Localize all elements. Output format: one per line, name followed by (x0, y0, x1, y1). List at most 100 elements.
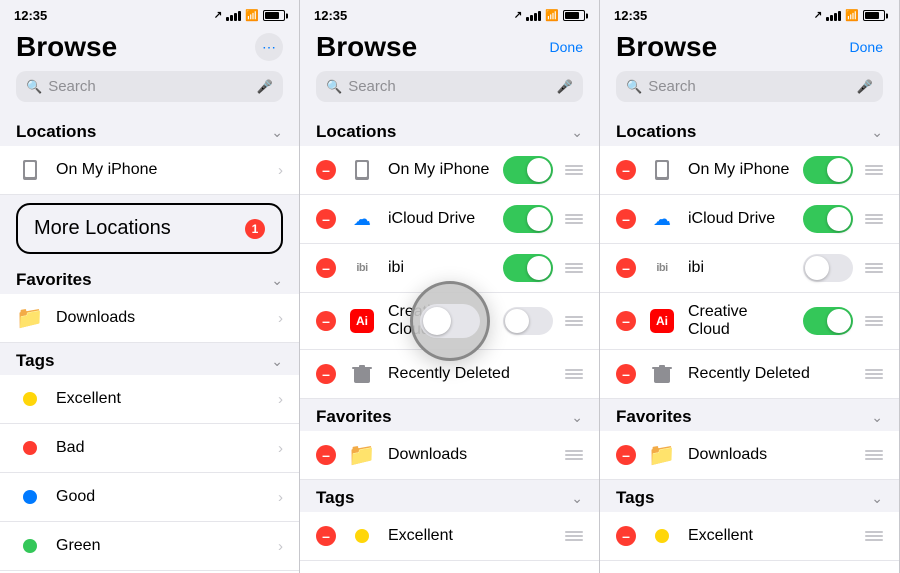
status-icons-1: ↗ 📶 (214, 9, 285, 22)
drag-handle-ibi-2[interactable] (565, 263, 583, 273)
tag-green-1[interactable]: Green › (0, 522, 299, 571)
tag-bad-1[interactable]: Bad › (0, 424, 299, 473)
drag-handle-iphone-2[interactable] (565, 165, 583, 175)
favorites-title-1: Favorites (16, 270, 92, 290)
minus-btn-iphone-3[interactable]: – (616, 160, 636, 180)
downloads-item-2[interactable]: – 📁 Downloads (300, 431, 599, 480)
locations-title-3: Locations (616, 122, 696, 142)
wifi-icon-2: 📶 (545, 9, 559, 22)
tag-excellent-1[interactable]: Excellent › (0, 375, 299, 424)
recently-deleted-item-3[interactable]: – Recently Deleted (600, 350, 899, 399)
minus-btn-trash-2[interactable]: – (316, 364, 336, 384)
drag-handle-iphone-3[interactable] (865, 165, 883, 175)
creative-cloud-item-2[interactable]: – Ai Creative Cloud (300, 293, 599, 350)
minus-btn-adobe-2[interactable]: – (316, 311, 336, 331)
search-input-1[interactable]: Search (48, 78, 251, 95)
search-input-3[interactable]: Search (648, 78, 851, 95)
minus-btn-adobe-3[interactable]: – (616, 311, 636, 331)
favorites-chevron-3[interactable]: ⌄ (871, 409, 883, 426)
chevron-green-1: › (278, 538, 283, 555)
minus-btn-icloud-2[interactable]: – (316, 209, 336, 229)
tag-excellent-label-3: Excellent (688, 527, 853, 545)
downloads-item-1[interactable]: 📁 Downloads › (0, 294, 299, 343)
locations-chevron-2[interactable]: ⌄ (571, 124, 583, 141)
toggle-iphone-3[interactable] (803, 156, 853, 184)
done-button-3[interactable]: Done (850, 39, 883, 55)
minus-btn-icloud-3[interactable]: – (616, 209, 636, 229)
status-time-2: 12:35 (314, 8, 347, 23)
drag-handle-icloud-2[interactable] (565, 214, 583, 224)
minus-excellent-2[interactable]: – (316, 526, 336, 546)
tag-bad-2[interactable]: – Bad (300, 561, 599, 573)
creative-cloud-item-3[interactable]: – Ai Creative Cloud (600, 293, 899, 350)
toggle-adobe-3[interactable] (803, 307, 853, 335)
search-bar-2[interactable]: 🔍 Search 🎤 (316, 71, 583, 102)
minus-excellent-3[interactable]: – (616, 526, 636, 546)
big-toggle-overlay-2[interactable] (410, 281, 490, 361)
drag-handle-excellent-2[interactable] (565, 531, 583, 541)
icloud-item-2[interactable]: – ☁ iCloud Drive (300, 195, 599, 244)
minus-btn-ibi-2[interactable]: – (316, 258, 336, 278)
tag-dot-green-1 (16, 532, 44, 560)
drag-handle-ibi-3[interactable] (865, 263, 883, 273)
page-title-3: Browse (616, 31, 717, 63)
search-input-2[interactable]: Search (348, 78, 551, 95)
on-my-iphone-item-2[interactable]: – On My iPhone (300, 146, 599, 195)
wifi-icon-3: 📶 (845, 9, 859, 22)
tags-title-1: Tags (16, 351, 54, 371)
tag-bad-3[interactable]: – Bad (600, 561, 899, 573)
drag-handle-adobe-3[interactable] (865, 316, 883, 326)
ibi-item-3[interactable]: – ibi ibi (600, 244, 899, 293)
icloud-item-3[interactable]: – ☁ iCloud Drive (600, 195, 899, 244)
search-bar-3[interactable]: 🔍 Search 🎤 (616, 71, 883, 102)
on-my-iphone-item-3[interactable]: – On My iPhone (600, 146, 899, 195)
tag-dot-excellent-3 (648, 522, 676, 550)
minus-btn-iphone-2[interactable]: – (316, 160, 336, 180)
drag-handle-downloads-3[interactable] (865, 450, 883, 460)
tags-chevron-2[interactable]: ⌄ (571, 490, 583, 507)
folder-icon-3: 📁 (648, 441, 676, 469)
status-bar-2: 12:35 ↗ 📶 (300, 0, 599, 27)
minus-btn-downloads-3[interactable]: – (616, 445, 636, 465)
tags-chevron-1[interactable]: ⌄ (271, 353, 283, 370)
tag-good-1[interactable]: Good › (0, 473, 299, 522)
toggle-iphone-2[interactable] (503, 156, 553, 184)
locations-chevron-1[interactable]: ⌄ (271, 124, 283, 141)
favorites-chevron-2[interactable]: ⌄ (571, 409, 583, 426)
toggle-ibi-3[interactable] (803, 254, 853, 282)
signal-icon-1 (226, 11, 241, 21)
signal-icon-3 (826, 11, 841, 21)
minus-btn-trash-3[interactable]: – (616, 364, 636, 384)
phone-icon-1 (16, 156, 44, 184)
drag-handle-trash-2[interactable] (565, 369, 583, 379)
drag-handle-excellent-3[interactable] (865, 531, 883, 541)
toggle-ibi-2[interactable] (503, 254, 553, 282)
tag-excellent-2[interactable]: – Excellent (300, 512, 599, 561)
search-bar-1[interactable]: 🔍 Search 🎤 (16, 71, 283, 102)
tag-excellent-label-2: Excellent (388, 527, 553, 545)
locations-chevron-3[interactable]: ⌄ (871, 124, 883, 141)
minus-btn-ibi-3[interactable]: – (616, 258, 636, 278)
locations-section-header-2: Locations ⌄ (300, 114, 599, 146)
on-my-iphone-label-1: On My iPhone (56, 161, 266, 179)
toggle-icloud-3[interactable] (803, 205, 853, 233)
more-locations-bubble[interactable]: More Locations 1 (16, 203, 283, 254)
toggle-adobe-2[interactable] (503, 307, 553, 335)
tags-chevron-3[interactable]: ⌄ (871, 490, 883, 507)
drag-handle-downloads-2[interactable] (565, 450, 583, 460)
done-button-2[interactable]: Done (550, 39, 583, 55)
chevron-excellent-1: › (278, 391, 283, 408)
drag-handle-icloud-3[interactable] (865, 214, 883, 224)
more-options-button-1[interactable]: ⋯ (255, 33, 283, 61)
folder-icon-1: 📁 (16, 304, 44, 332)
favorites-chevron-1[interactable]: ⌄ (271, 272, 283, 289)
toggle-icloud-2[interactable] (503, 205, 553, 233)
downloads-item-3[interactable]: – 📁 Downloads (600, 431, 899, 480)
favorites-section-header-1: Favorites ⌄ (0, 262, 299, 294)
drag-handle-trash-3[interactable] (865, 369, 883, 379)
tags-section-header-2: Tags ⌄ (300, 480, 599, 512)
drag-handle-adobe-2[interactable] (565, 316, 583, 326)
tag-excellent-3[interactable]: – Excellent (600, 512, 899, 561)
minus-btn-downloads-2[interactable]: – (316, 445, 336, 465)
on-my-iphone-item-1[interactable]: On My iPhone › (0, 146, 299, 195)
